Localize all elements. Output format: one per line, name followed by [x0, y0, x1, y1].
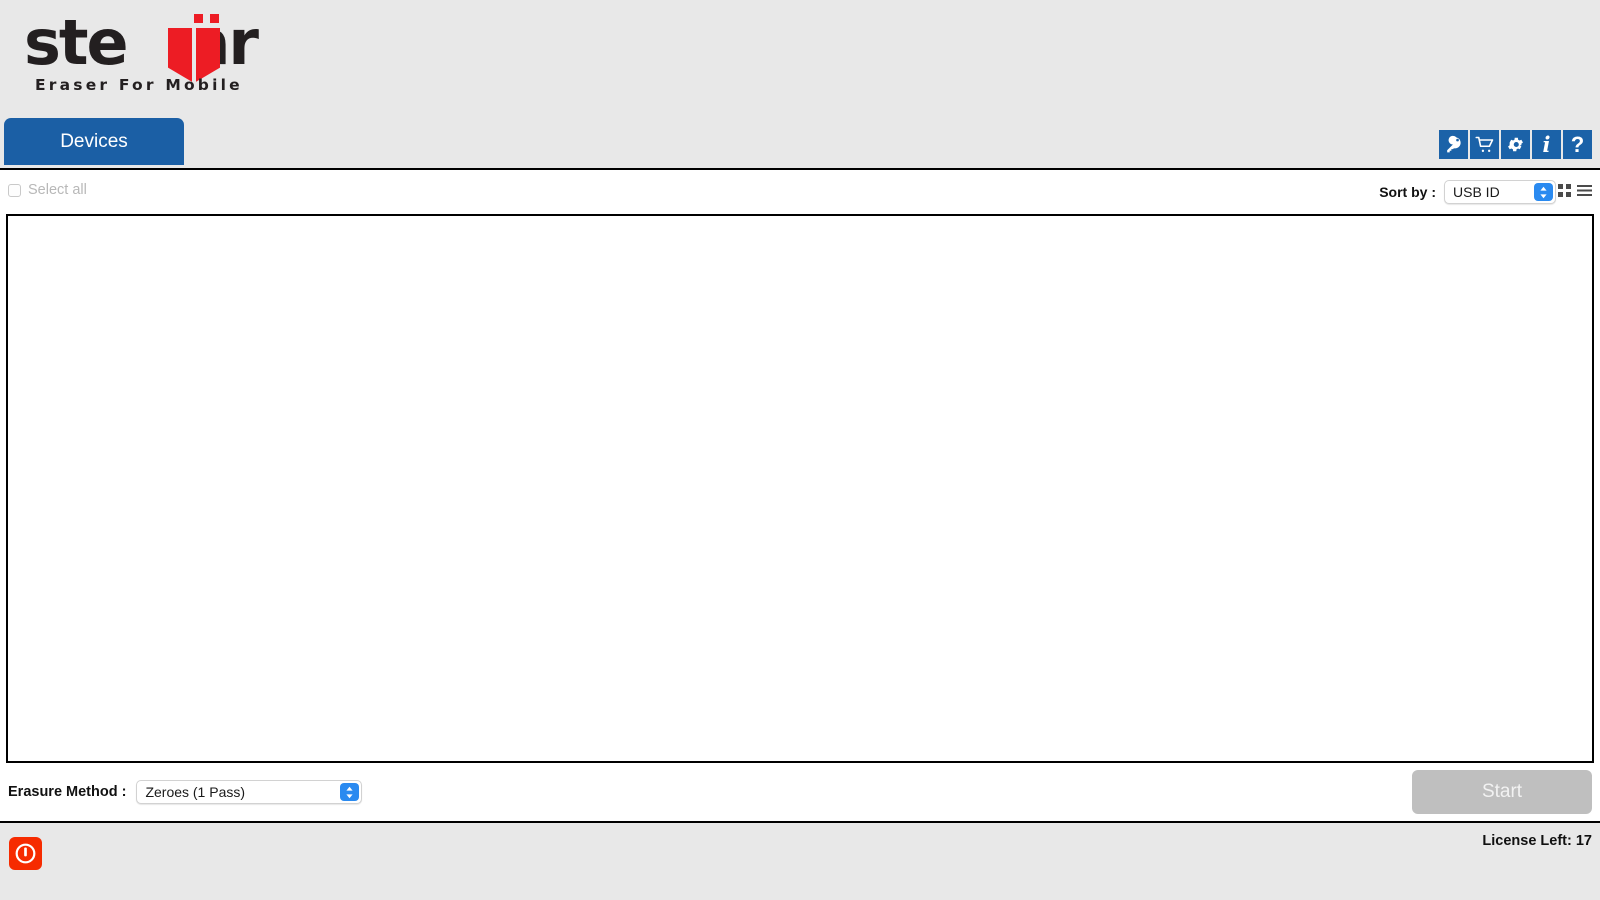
device-list-area[interactable]	[6, 214, 1594, 763]
select-all-label: Select all	[28, 182, 87, 198]
info-icon[interactable]: i	[1532, 130, 1561, 159]
status-bar: License Left: 17	[0, 823, 1600, 900]
sort-by-value: USB ID	[1453, 184, 1500, 200]
view-toggle-group	[1558, 184, 1592, 197]
select-all-control[interactable]: Select all	[8, 182, 87, 198]
stellar-logo: ste ar Eraser For Mobile	[24, 8, 284, 98]
chevron-updown-icon	[1534, 183, 1553, 201]
tab-devices[interactable]: Devices	[4, 118, 184, 165]
logo-shield-split	[192, 28, 196, 83]
key-icon[interactable]	[1439, 130, 1468, 159]
header-toolbar: i ?	[1439, 130, 1592, 159]
sort-by-select[interactable]: USB ID	[1444, 180, 1556, 204]
info-icon-glyph: i	[1542, 132, 1551, 157]
license-left-status: License Left: 17	[1482, 833, 1592, 849]
logo-dot-2	[210, 14, 219, 23]
gear-icon[interactable]	[1501, 130, 1530, 159]
main-panel: Select all Sort by : USB ID Erasure Meth…	[0, 168, 1600, 823]
application-window: ste ar Eraser For Mobile Devices i ? Sel…	[0, 0, 1600, 900]
erasure-method-label: Erasure Method :	[8, 784, 127, 800]
app-header: ste ar Eraser For Mobile	[0, 0, 1600, 112]
logo-text-part-1: ste	[24, 6, 129, 79]
tab-devices-label: Devices	[60, 130, 128, 152]
erasure-method-select[interactable]: Zeroes (1 Pass)	[136, 780, 363, 804]
help-icon[interactable]: ?	[1563, 130, 1592, 159]
select-all-checkbox[interactable]	[8, 183, 21, 197]
logo-dot-3	[210, 28, 219, 37]
sort-by-label: Sort by :	[1379, 184, 1436, 200]
start-button[interactable]: Start	[1412, 770, 1592, 814]
grid-view-icon[interactable]	[1558, 184, 1571, 197]
logo-dot-1	[194, 14, 203, 23]
chevron-updown-icon	[340, 783, 360, 801]
logo-subtitle: Eraser For Mobile	[35, 76, 243, 94]
help-icon-glyph: ?	[1570, 131, 1585, 157]
erasure-method-control: Erasure Method : Zeroes (1 Pass)	[8, 780, 363, 804]
power-icon[interactable]	[9, 837, 42, 870]
sort-by-control: Sort by : USB ID	[1379, 180, 1556, 204]
tab-bar: Devices i ?	[0, 118, 1600, 165]
cart-icon[interactable]	[1470, 130, 1499, 159]
erasure-method-value: Zeroes (1 Pass)	[145, 784, 246, 800]
action-row: Erasure Method : Zeroes (1 Pass) Start	[0, 766, 1600, 821]
start-button-label: Start	[1481, 781, 1523, 802]
list-view-icon[interactable]	[1577, 184, 1592, 197]
device-list-toolbar: Select all Sort by : USB ID	[0, 170, 1600, 214]
logo-wordmark: ste ar	[24, 6, 259, 79]
